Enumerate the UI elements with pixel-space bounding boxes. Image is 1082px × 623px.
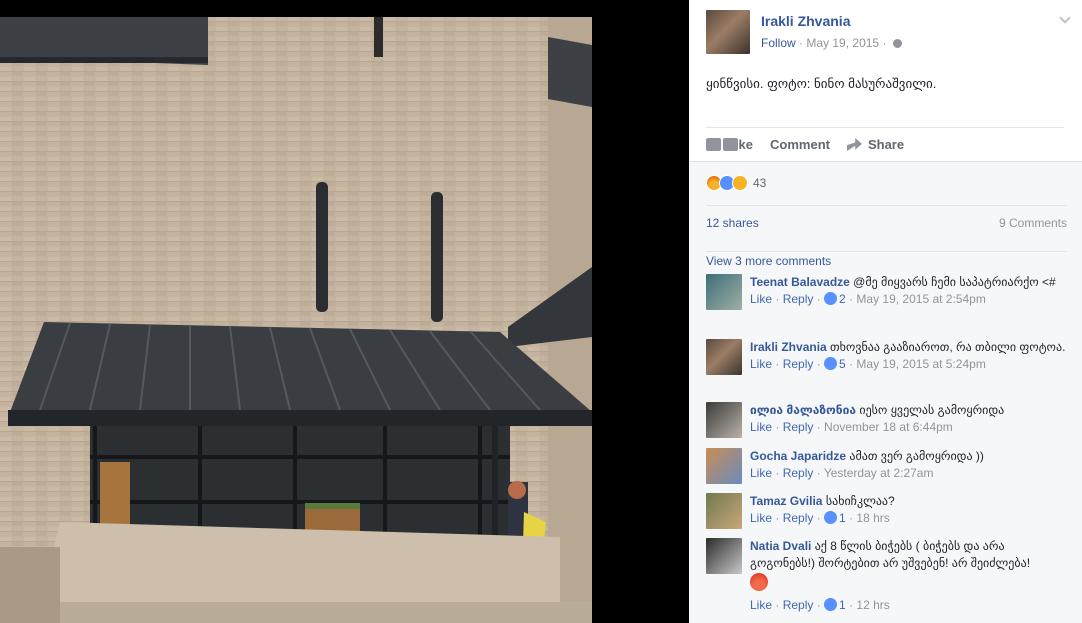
comment-actions: Like · Reply · 1 · 18 hrs: [750, 511, 890, 525]
globe-icon: [892, 39, 902, 48]
comment-actions: Like · Reply · Yesterday at 2:27am: [750, 466, 934, 480]
view-more-comments[interactable]: View 3 more comments: [706, 251, 1067, 268]
comment-timestamp[interactable]: Yesterday at 2:27am: [824, 466, 934, 480]
comment-text: ამათ ვერ გამოყრიდა )): [849, 449, 984, 463]
commenter-name[interactable]: Tamaz Gvilia: [750, 494, 822, 508]
comment-like-count[interactable]: 1: [839, 511, 846, 525]
comment-reply-link[interactable]: Reply: [783, 292, 814, 306]
post-header: Irakli Zhvania Follow · May 19, 2015 ·: [689, 0, 1082, 62]
post-sidebar: Irakli Zhvania Follow · May 19, 2015 · ყ…: [689, 0, 1082, 623]
share-label: Share: [867, 137, 905, 152]
comment-timestamp[interactable]: November 18 at 6:44pm: [824, 420, 953, 434]
comment-actions: Like · Reply · 5 · May 19, 2015 at 5:24p…: [750, 357, 986, 371]
comment-item: Irakli Zhvania თხოვნაა გააზიაროთ, რა თბი…: [706, 339, 1068, 375]
thumbs-up-icon: [824, 511, 838, 524]
comment-like-link[interactable]: Like: [750, 292, 772, 306]
comment-item: Natia Dvali აქ 8 წლის ბიჭებს ( ბიჭებს და…: [706, 538, 1068, 614]
comment-like-link[interactable]: Like: [750, 420, 772, 434]
comment-text-line: Irakli Zhvania თხოვნაა გააზიაროთ, რა თბი…: [750, 339, 1068, 356]
comment-like-link[interactable]: Like: [750, 511, 772, 525]
comment-like-link[interactable]: Like: [750, 357, 772, 371]
shares-link[interactable]: 12 shares: [706, 216, 759, 230]
comment-reply-link[interactable]: Reply: [783, 357, 814, 371]
post-stats: 12 shares 9 Comments: [706, 205, 1067, 239]
comment-actions: Like · Reply · 1 · 12 hrs: [750, 598, 890, 612]
comment-reply-link[interactable]: Reply: [783, 598, 814, 612]
comment-timestamp[interactable]: May 19, 2015 at 2:54pm: [856, 292, 985, 306]
author-avatar[interactable]: [706, 10, 750, 54]
comment-text-line: Gocha Japaridze ამათ ვერ გამოყრიდა )): [750, 448, 1068, 465]
comment-like-link[interactable]: Like: [750, 466, 772, 480]
commenter-name[interactable]: Irakli Zhvania: [750, 340, 827, 354]
comment-like-count[interactable]: 1: [839, 598, 846, 612]
comment-text: @მე მიყვარს ჩემი საპატრიარქო <#: [853, 275, 1056, 289]
commenter-avatar[interactable]: [706, 538, 742, 574]
thumbs-up-icon: [824, 292, 838, 305]
comment-reply-link[interactable]: Reply: [783, 466, 814, 480]
comment-button[interactable]: Comment: [723, 137, 830, 152]
thumbs-up-icon: [824, 357, 838, 370]
comment-item: ილია მალაზონია იესო ყველას გამოყრიდა Like…: [706, 402, 1068, 438]
reactions-summary[interactable]: 43: [706, 175, 766, 191]
comment-label: Comment: [770, 137, 830, 152]
comment-icon: [723, 138, 738, 151]
comment-text-line: Teenat Balavadze @მე მიყვარს ჩემი საპატრ…: [750, 274, 1068, 291]
comment-text: იესო ყველას გამოყრიდა: [859, 403, 1005, 417]
follow-link[interactable]: Follow: [761, 36, 796, 50]
comment-body: Gocha Japaridze ამათ ვერ გამოყრიდა )) Lik…: [750, 448, 1068, 482]
reaction-count: 43: [753, 176, 767, 190]
post-actions: Like Comment Share: [706, 127, 1064, 161]
share-icon: [846, 138, 862, 151]
comment-reply-link[interactable]: Reply: [783, 511, 814, 525]
comment-item: Teenat Balavadze @მე მიყვარს ჩემი საპატრ…: [706, 274, 1068, 310]
thumbs-up-icon: [824, 598, 838, 611]
commenter-avatar[interactable]: [706, 402, 742, 438]
comment-body: ილია მალაზონია იესო ყველას გამოყრიდა Like…: [750, 402, 1068, 436]
comment-actions: Like · Reply · 2 · May 19, 2015 at 2:54p…: [750, 292, 986, 306]
feedback-section: 43 12 shares 9 Comments View 3 more comm…: [689, 161, 1082, 623]
comment-actions: Like · Reply · November 18 at 6:44pm: [750, 420, 953, 434]
comment-item: Gocha Japaridze ამათ ვერ გამოყრიდა )) Lik…: [706, 448, 1068, 484]
comment-text-line: Tamaz Gvilia სახიჩკლაა?: [750, 493, 1068, 510]
comments-count[interactable]: 9 Comments: [999, 216, 1067, 230]
chevron-down-icon[interactable]: [1059, 12, 1071, 24]
commenter-name[interactable]: Natia Dvali: [750, 539, 811, 553]
photo-viewer: [0, 0, 689, 623]
commenter-avatar[interactable]: [706, 448, 742, 484]
comment-text-line: Natia Dvali აქ 8 წლის ბიჭებს ( ბიჭებს და…: [750, 538, 1068, 572]
commenter-avatar[interactable]: [706, 339, 742, 375]
comment-text: თხოვნაა გააზიაროთ, რა თბილი ფოტოა.: [830, 340, 1066, 354]
comment-body: Tamaz Gvilia სახიჩკლაა? Like · Reply · 1 …: [750, 493, 1068, 527]
angry-emoji-icon: [750, 573, 768, 591]
comment-timestamp[interactable]: 12 hrs: [856, 598, 889, 612]
post-meta: Follow · May 19, 2015 ·: [761, 36, 902, 50]
comment-timestamp[interactable]: May 19, 2015 at 5:24pm: [856, 357, 985, 371]
author-name[interactable]: Irakli Zhvania: [761, 13, 850, 29]
thumbs-up-icon: [706, 138, 721, 151]
sad-reaction-icon: [732, 175, 748, 191]
commenter-name[interactable]: Gocha Japaridze: [750, 449, 846, 463]
commenter-avatar[interactable]: [706, 493, 742, 529]
comment-item: Tamaz Gvilia სახიჩკლაა? Like · Reply · 1 …: [706, 493, 1068, 529]
comment-timestamp[interactable]: 18 hrs: [856, 511, 889, 525]
comment-body: Teenat Balavadze @მე მიყვარს ჩემი საპატრ…: [750, 274, 1068, 308]
post-date[interactable]: May 19, 2015: [806, 36, 879, 50]
comment-body: Natia Dvali აქ 8 წლის ბიჭებს ( ბიჭებს და…: [750, 538, 1068, 614]
comment-body: Irakli Zhvania თხოვნაა გააზიაროთ, რა თბი…: [750, 339, 1068, 373]
comment-like-count[interactable]: 5: [839, 357, 846, 371]
commenter-avatar[interactable]: [706, 274, 742, 310]
comment-reply-link[interactable]: Reply: [783, 420, 814, 434]
commenter-name[interactable]: Teenat Balavadze: [750, 275, 850, 289]
comment-text: სახიჩკლაა?: [825, 494, 895, 508]
post-photo[interactable]: [0, 17, 592, 623]
comment-like-count[interactable]: 2: [839, 292, 846, 306]
comment-like-link[interactable]: Like: [750, 598, 772, 612]
share-button[interactable]: Share: [846, 137, 905, 152]
commenter-name[interactable]: ილია მალაზონია: [750, 403, 856, 417]
post-text: ყინწვისი. ფოტო: ნინო მასურაშვილი.: [706, 76, 937, 91]
comment-text-line: ილია მალაზონია იესო ყველას გამოყრიდა: [750, 402, 1068, 419]
